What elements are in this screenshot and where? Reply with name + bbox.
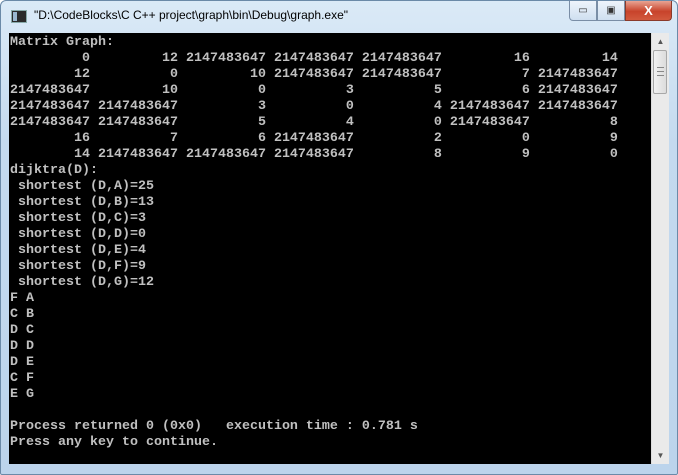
matrix-row: 2147483647 10 0 3 5 6 2147483647	[10, 83, 618, 98]
window-title: "D:\CodeBlocks\C C++ project\graph\bin\D…	[34, 8, 349, 22]
shortest-distance-line: shortest (D,G)=12	[10, 275, 154, 290]
path-predecessor-line: F A	[10, 291, 34, 306]
matrix-row: 14 2147483647 2147483647 2147483647 8 9 …	[10, 147, 618, 162]
maximize-button[interactable]: ▣	[597, 1, 625, 21]
press-any-key-line: Press any key to continue.	[10, 435, 218, 450]
shortest-distance-line: shortest (D,A)=25	[10, 179, 154, 194]
matrix-header: Matrix Graph:	[10, 35, 114, 50]
scroll-down-arrow-icon[interactable]: ▼	[652, 447, 669, 464]
shortest-distance-line: shortest (D,E)=4	[10, 243, 146, 258]
scroll-up-arrow-icon[interactable]: ▲	[652, 33, 669, 50]
console-window: "D:\CodeBlocks\C C++ project\graph\bin\D…	[0, 0, 678, 475]
shortest-distance-line: shortest (D,B)=13	[10, 195, 154, 210]
path-predecessor-line: C F	[10, 371, 34, 386]
path-predecessor-line: D D	[10, 339, 34, 354]
matrix-row: 2147483647 2147483647 3 0 4 2147483647 2…	[10, 99, 618, 114]
matrix-row: 12 0 10 2147483647 2147483647 7 21474836…	[10, 67, 618, 82]
path-predecessor-line: E G	[10, 387, 34, 402]
title-bar[interactable]: "D:\CodeBlocks\C C++ project\graph\bin\D…	[1, 1, 677, 32]
path-predecessor-line: D E	[10, 355, 34, 370]
shortest-distance-line: shortest (D,D)=0	[10, 227, 146, 242]
process-returned-line: Process returned 0 (0x0) execution time …	[10, 419, 418, 434]
matrix-row: 0 12 2147483647 2147483647 2147483647 16…	[10, 51, 618, 66]
console-output[interactable]: Matrix Graph: 0 12 2147483647 2147483647…	[9, 33, 651, 464]
shortest-distance-line: shortest (D,F)=9	[10, 259, 146, 274]
close-button[interactable]: X	[625, 1, 672, 21]
dijkstra-header: dijktra(D):	[10, 163, 98, 178]
path-predecessor-line: C B	[10, 307, 34, 322]
vertical-scrollbar[interactable]: ▲ ▼	[651, 33, 669, 464]
path-predecessor-line: D C	[10, 323, 34, 338]
scroll-thumb[interactable]	[653, 50, 667, 94]
matrix-row: 2147483647 2147483647 5 4 0 2147483647 8	[10, 115, 618, 130]
minimize-button[interactable]: ▭	[569, 1, 597, 21]
grip-icon	[657, 67, 664, 76]
shortest-distance-line: shortest (D,C)=3	[10, 211, 146, 226]
matrix-row: 16 7 6 2147483647 2 0 9	[10, 131, 618, 146]
console-app-icon	[11, 10, 27, 23]
